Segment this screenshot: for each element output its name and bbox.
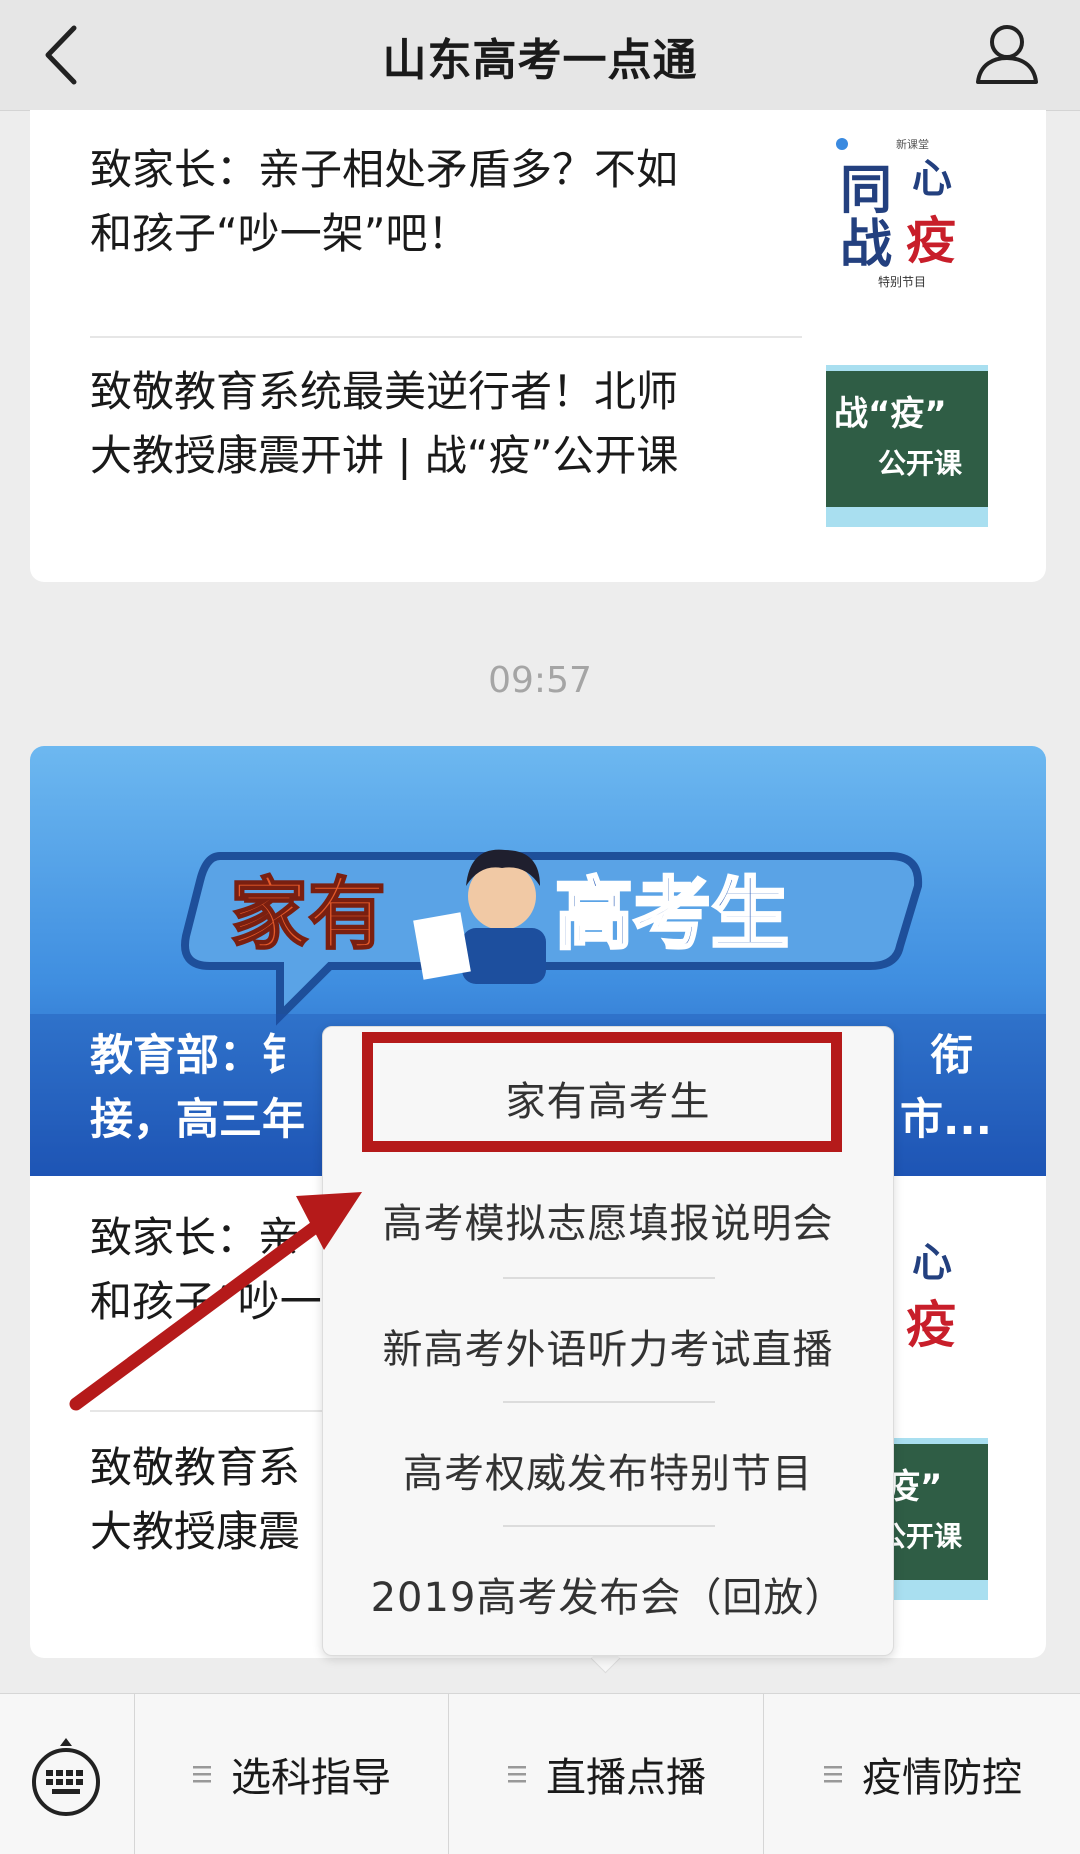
tab-label: 选科指导 bbox=[231, 1755, 391, 1801]
thumb-caption: 特别节目 bbox=[878, 274, 926, 289]
menu-lines-icon bbox=[193, 1766, 211, 1783]
tab-epidemic-prevention[interactable]: 疫情防控 bbox=[764, 1694, 1080, 1854]
thumb-char: 战“疫” bbox=[834, 394, 947, 434]
menu-item-authority-release[interactable]: 高考权威发布特别节目 bbox=[323, 1441, 893, 1499]
menu-item-mock-application-briefing[interactable]: 高考模拟志愿填报说明会 bbox=[323, 1191, 893, 1249]
banner-word-1: 家有 bbox=[230, 870, 386, 960]
user-profile-icon[interactable] bbox=[972, 18, 1042, 88]
tab-label: 疫情防控 bbox=[862, 1755, 1022, 1801]
menu-lines-icon bbox=[508, 1766, 526, 1783]
thumbnail-tongxin-zhanyi[interactable]: 新课堂 同 心 战 疫 特别节目 bbox=[826, 130, 988, 292]
menu-separator bbox=[503, 1277, 715, 1279]
thumb-small-text: 新课堂 bbox=[896, 137, 929, 151]
thumb-char: 战 bbox=[840, 215, 892, 275]
headline-text: 接，高三年 bbox=[90, 1095, 305, 1145]
thumb-char: 同 bbox=[840, 161, 892, 221]
menu-lines-icon bbox=[824, 1766, 842, 1783]
message-timestamp: 09:57 bbox=[488, 660, 592, 701]
top-nav-bar: 山东高考一点通 bbox=[0, 0, 1080, 111]
article-title-line: 致家长：亲子相处矛盾多？不如 bbox=[90, 145, 679, 194]
article-title-line: 大教授康震开讲 | 战“疫”公开课 bbox=[90, 431, 679, 480]
menu-separator bbox=[503, 1401, 715, 1403]
keyboard-toggle-button[interactable] bbox=[0, 1694, 135, 1854]
article-item-lecture[interactable]: 致敬教育系统最美逆行者！北师 大教授康震开讲 | 战“疫”公开课 bbox=[90, 360, 790, 488]
svg-text:疫”: 疫” bbox=[886, 1467, 942, 1507]
thumb-char: 心 bbox=[912, 156, 952, 202]
svg-text:疫: 疫 bbox=[906, 1296, 956, 1354]
tab-course-selection-guide[interactable]: 选科指导 bbox=[134, 1694, 449, 1854]
highlight-annotation-box bbox=[362, 1032, 842, 1152]
keyboard-icon bbox=[32, 1738, 100, 1816]
headline-text: 衔 bbox=[930, 1031, 973, 1081]
article-title-line: 致敬教育系统最美逆行者！北师 bbox=[90, 367, 679, 416]
tab-live-on-demand[interactable]: 直播点播 bbox=[449, 1694, 764, 1854]
headline-text: 教育部：钅 bbox=[90, 1031, 305, 1081]
article-divider bbox=[90, 336, 802, 338]
svg-text:心: 心 bbox=[912, 1240, 952, 1286]
headline-text: 市... bbox=[900, 1095, 993, 1145]
thumbnail-zhanyi-gongkaike[interactable]: 战“疫” 公开课 bbox=[826, 365, 988, 527]
article-card-previous: 致家长：亲子相处矛盾多？不如 和孩子“吵一架”吧！ 新课堂 同 心 战 疫 特别… bbox=[30, 110, 1046, 582]
menu-item-listening-exam-live[interactable]: 新高考外语听力考试直播 bbox=[323, 1317, 893, 1375]
page-title: 山东高考一点通 bbox=[382, 35, 698, 86]
thumb-char: 公开课 bbox=[878, 447, 963, 480]
article-item-parents[interactable]: 致家长：亲子相处矛盾多？不如 和孩子“吵一架”吧！ bbox=[90, 138, 790, 266]
menu-item-2019-release-replay[interactable]: 2019高考发布会（回放） bbox=[323, 1565, 893, 1623]
banner-word-2: 高考生 bbox=[555, 870, 789, 960]
article-title-line: 和孩子“吵一架”吧！ bbox=[90, 209, 470, 258]
thumb-char: 疫 bbox=[906, 212, 956, 270]
bottom-menu-bar: 选科指导 直播点播 疫情防控 bbox=[0, 1693, 1080, 1854]
menu-separator bbox=[503, 1525, 715, 1527]
tab-label: 直播点播 bbox=[546, 1755, 706, 1801]
